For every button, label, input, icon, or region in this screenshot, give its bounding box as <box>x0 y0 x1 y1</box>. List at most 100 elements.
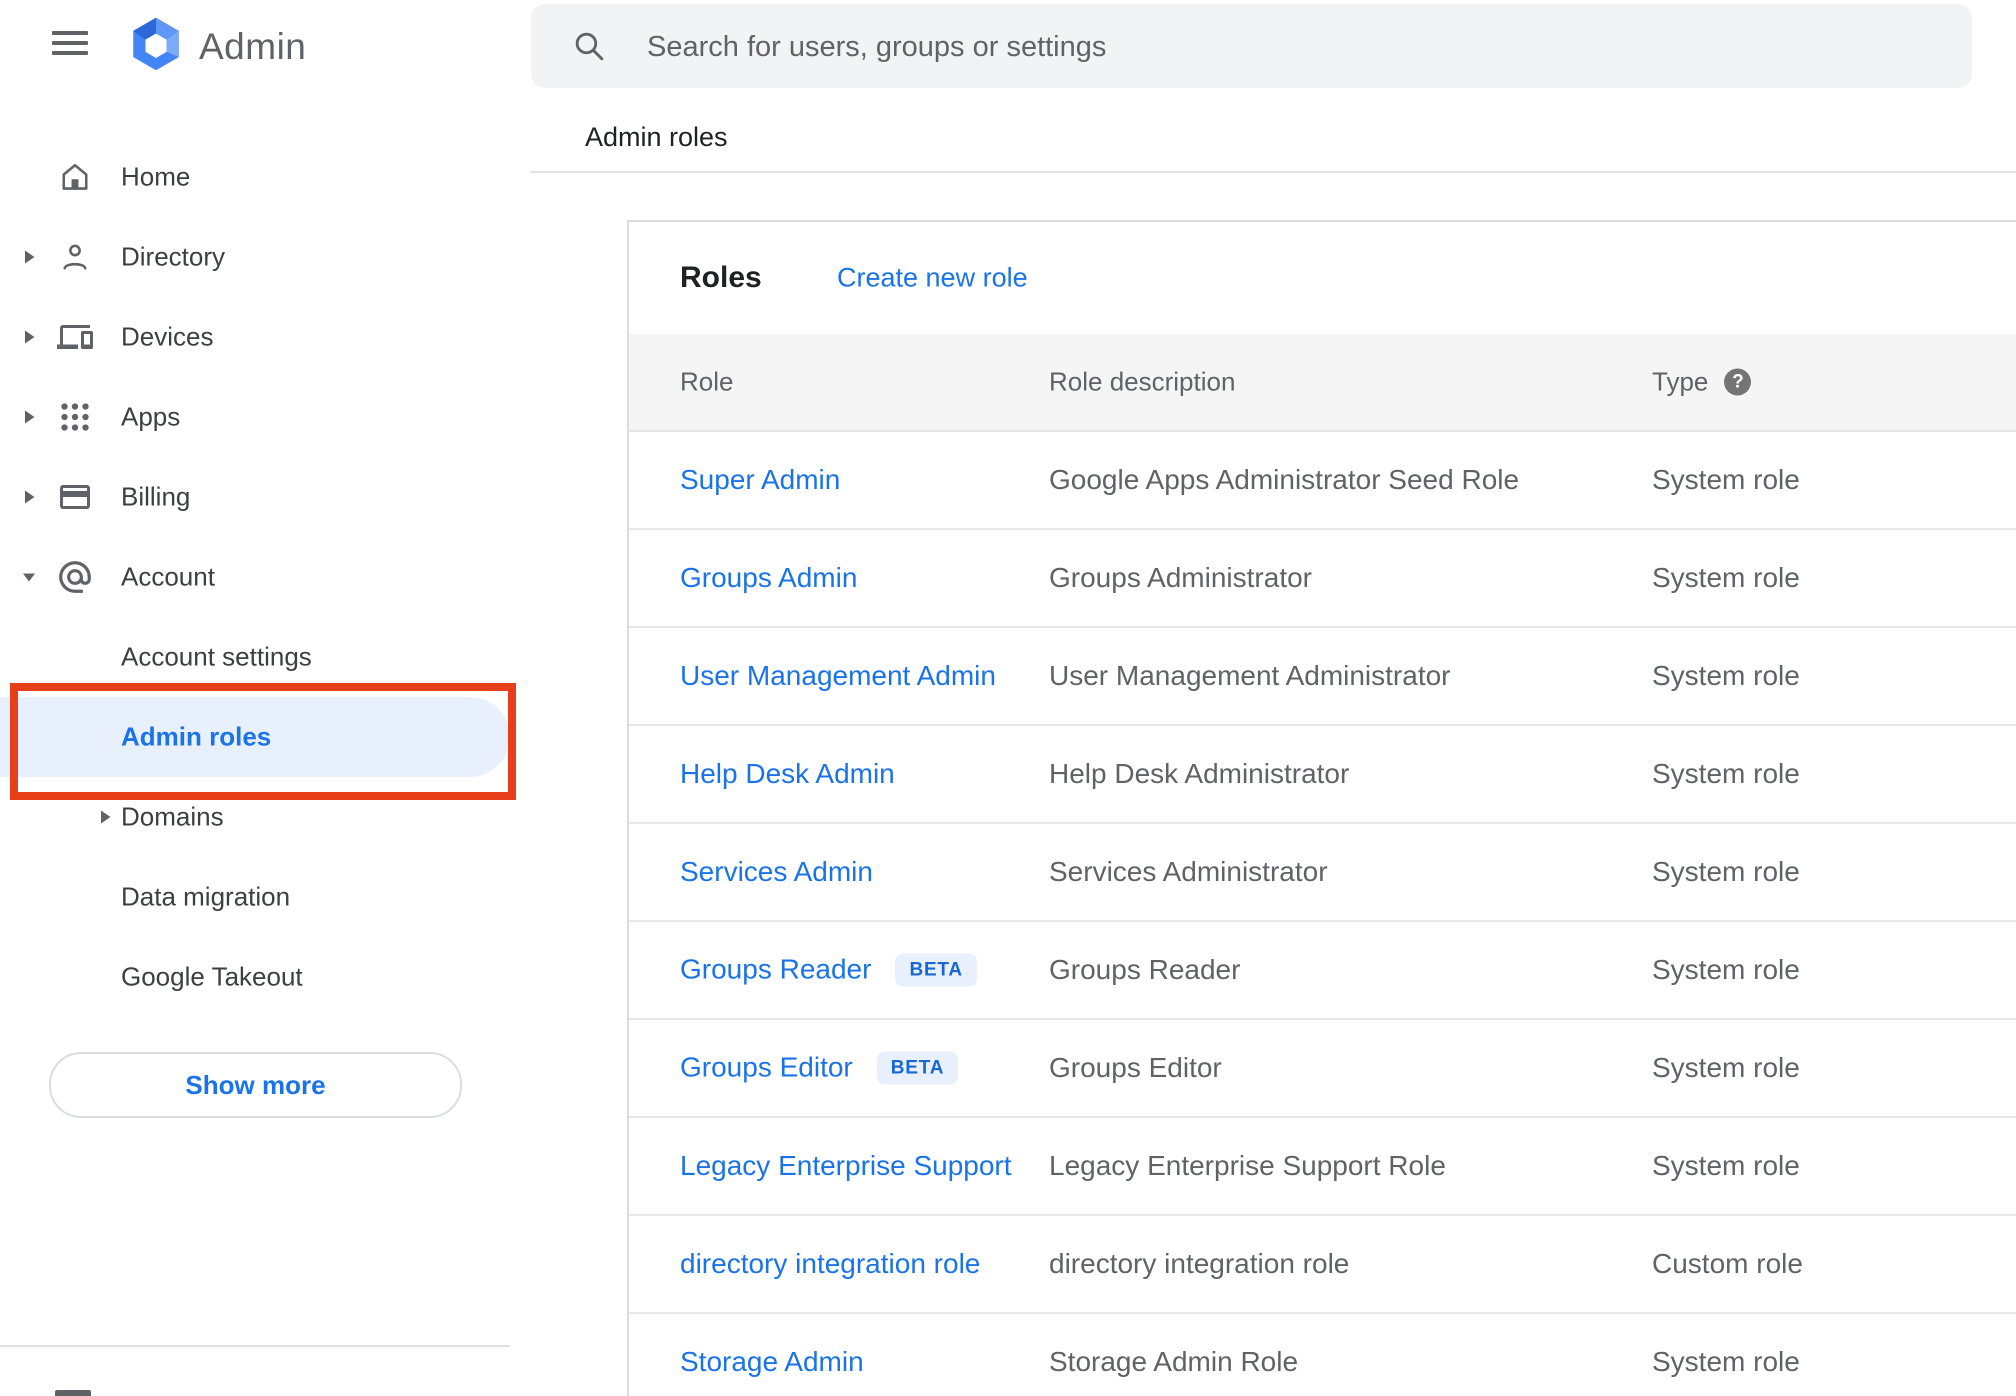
table-row: directory integration role directory inte… <box>629 1216 2016 1314</box>
sidebar-item-account-settings[interactable]: Account settings <box>0 617 530 697</box>
sidebar-item-account[interactable]: Account <box>0 537 530 617</box>
column-header-type: Type <box>1652 366 1709 397</box>
billing-icon <box>56 478 94 516</box>
sidebar-item-google-takeout[interactable]: Google Takeout <box>0 937 530 1017</box>
role-link[interactable]: Legacy Enterprise Support <box>680 1150 1012 1181</box>
breadcrumb: Admin roles <box>585 122 728 152</box>
role-link[interactable]: Services Admin <box>680 856 873 887</box>
sidebar-item-admin-roles[interactable]: Admin roles <box>0 697 510 777</box>
table-row: User Management Admin User Management Adm… <box>629 628 2016 726</box>
sidebar-item-apps[interactable]: Apps <box>0 377 530 457</box>
table-row: Super Admin Google Apps Administrator See… <box>629 432 2016 530</box>
role-type: System role <box>1652 660 1800 691</box>
hamburger-menu-icon[interactable] <box>52 31 88 55</box>
role-type: System role <box>1652 758 1800 789</box>
admin-hexagon-logo-icon <box>128 16 184 77</box>
role-link[interactable]: Groups Admin <box>680 562 857 593</box>
role-type: System role <box>1652 954 1800 985</box>
google-admin-console: Admin roles Roles Create new role Role R… <box>0 0 2016 1396</box>
role-description: Groups Administrator <box>1049 562 1312 593</box>
panel-title: Roles <box>680 261 762 294</box>
partial-bottom-icon <box>55 1390 91 1396</box>
chevron-right-icon[interactable] <box>20 327 38 347</box>
sidebar-item-label: Directory <box>121 241 226 272</box>
sidebar-item-label: Account settings <box>121 641 312 672</box>
role-description: directory integration role <box>1049 1248 1350 1279</box>
table-row: Legacy Enterprise Support Legacy Enterpri… <box>629 1118 2016 1216</box>
role-link[interactable]: Super Admin <box>680 464 840 495</box>
role-description: Groups Editor <box>1049 1052 1222 1083</box>
sidebar-nav: Home Directory Devices Apps Billing Account Ac… <box>0 137 530 1017</box>
roles-panel: Roles Create new role Role Role descript… <box>627 220 2016 1396</box>
sidebar-item-label: Apps <box>121 401 181 432</box>
sidebar-item-data-migration[interactable]: Data migration <box>0 857 530 937</box>
sidebar-divider <box>0 1345 510 1347</box>
show-more-button[interactable]: Show more <box>49 1052 462 1118</box>
table-header-row: Role Role description Type ? <box>629 334 2016 432</box>
role-description: Help Desk Administrator <box>1049 758 1350 789</box>
search-icon <box>571 28 607 64</box>
sidebar: Admin Home Directory Devices Apps Billing Acc… <box>0 0 530 1396</box>
roles-panel-header: Roles Create new role <box>629 222 2016 334</box>
table-row: Groups Reader BETA Groups Reader System rol… <box>629 922 2016 1020</box>
table-row: Groups Admin Groups Administrator System r… <box>629 530 2016 628</box>
role-description: Legacy Enterprise Support Role <box>1049 1150 1446 1181</box>
chevron-right-icon[interactable] <box>96 807 114 827</box>
sidebar-item-home[interactable]: Home <box>0 137 530 217</box>
role-link[interactable]: Groups Reader <box>680 954 871 985</box>
sidebar-item-devices[interactable]: Devices <box>0 297 530 377</box>
sidebar-item-billing[interactable]: Billing <box>0 457 530 537</box>
account-icon <box>56 558 94 596</box>
table-row: Services Admin Services Administrator Syst… <box>629 824 2016 922</box>
help-icon[interactable]: ? <box>1724 368 1752 396</box>
sidebar-item-label: Billing <box>121 481 191 512</box>
apps-icon <box>56 398 94 436</box>
breadcrumb-divider <box>530 171 2016 173</box>
table-row: Groups Editor BETA Groups Editor System rol… <box>629 1020 2016 1118</box>
sidebar-item-directory[interactable]: Directory <box>0 217 530 297</box>
role-type: System role <box>1652 1150 1800 1181</box>
role-description: Storage Admin Role <box>1049 1346 1299 1377</box>
devices-icon <box>56 318 94 356</box>
role-type: System role <box>1652 1052 1800 1083</box>
chevron-right-icon[interactable] <box>20 407 38 427</box>
admin-logo[interactable]: Admin <box>128 16 306 77</box>
search-bar <box>531 4 1972 90</box>
chevron-down-icon[interactable] <box>20 567 38 587</box>
role-link[interactable]: Groups Editor <box>680 1052 853 1083</box>
role-link[interactable]: Help Desk Admin <box>680 758 895 789</box>
create-new-role-link[interactable]: Create new role <box>837 263 1028 294</box>
beta-badge: BETA <box>895 953 977 987</box>
sidebar-item-label: Account <box>121 561 215 592</box>
chevron-right-icon[interactable] <box>20 487 38 507</box>
role-type: System role <box>1652 856 1800 887</box>
role-description: Google Apps Administrator Seed Role <box>1049 464 1520 495</box>
sidebar-item-label: Admin roles <box>121 721 272 752</box>
search-input[interactable] <box>645 4 1929 90</box>
role-link[interactable]: directory integration role <box>680 1248 980 1279</box>
beta-badge: BETA <box>876 1051 959 1085</box>
role-description: User Management Administrator <box>1049 660 1451 691</box>
home-icon <box>56 158 94 196</box>
role-type: System role <box>1652 1346 1800 1377</box>
sidebar-item-label: Domains <box>121 801 224 832</box>
chevron-right-icon[interactable] <box>20 247 38 267</box>
role-type: System role <box>1652 464 1800 495</box>
sidebar-item-label: Google Takeout <box>121 961 303 992</box>
table-row: Help Desk Admin Help Desk Administrator Sy… <box>629 726 2016 824</box>
roles-table-body: Super Admin Google Apps Administrator See… <box>629 432 2016 1396</box>
role-link[interactable]: User Management Admin <box>680 660 996 691</box>
sidebar-item-domains[interactable]: Domains <box>0 777 530 857</box>
role-link[interactable]: Storage Admin <box>680 1346 864 1377</box>
role-type: Custom role <box>1652 1248 1803 1279</box>
directory-icon <box>56 238 94 276</box>
role-type: System role <box>1652 562 1800 593</box>
sidebar-item-label: Devices <box>121 321 214 352</box>
table-row: Storage Admin Storage Admin Role System ro… <box>629 1314 2016 1396</box>
role-description: Groups Reader <box>1049 954 1241 985</box>
sidebar-item-label: Home <box>121 161 191 192</box>
sidebar-item-label: Data migration <box>121 881 291 912</box>
column-header-role-description: Role description <box>1049 366 1236 397</box>
role-description: Services Administrator <box>1049 856 1328 887</box>
column-header-role: Role <box>680 366 734 397</box>
